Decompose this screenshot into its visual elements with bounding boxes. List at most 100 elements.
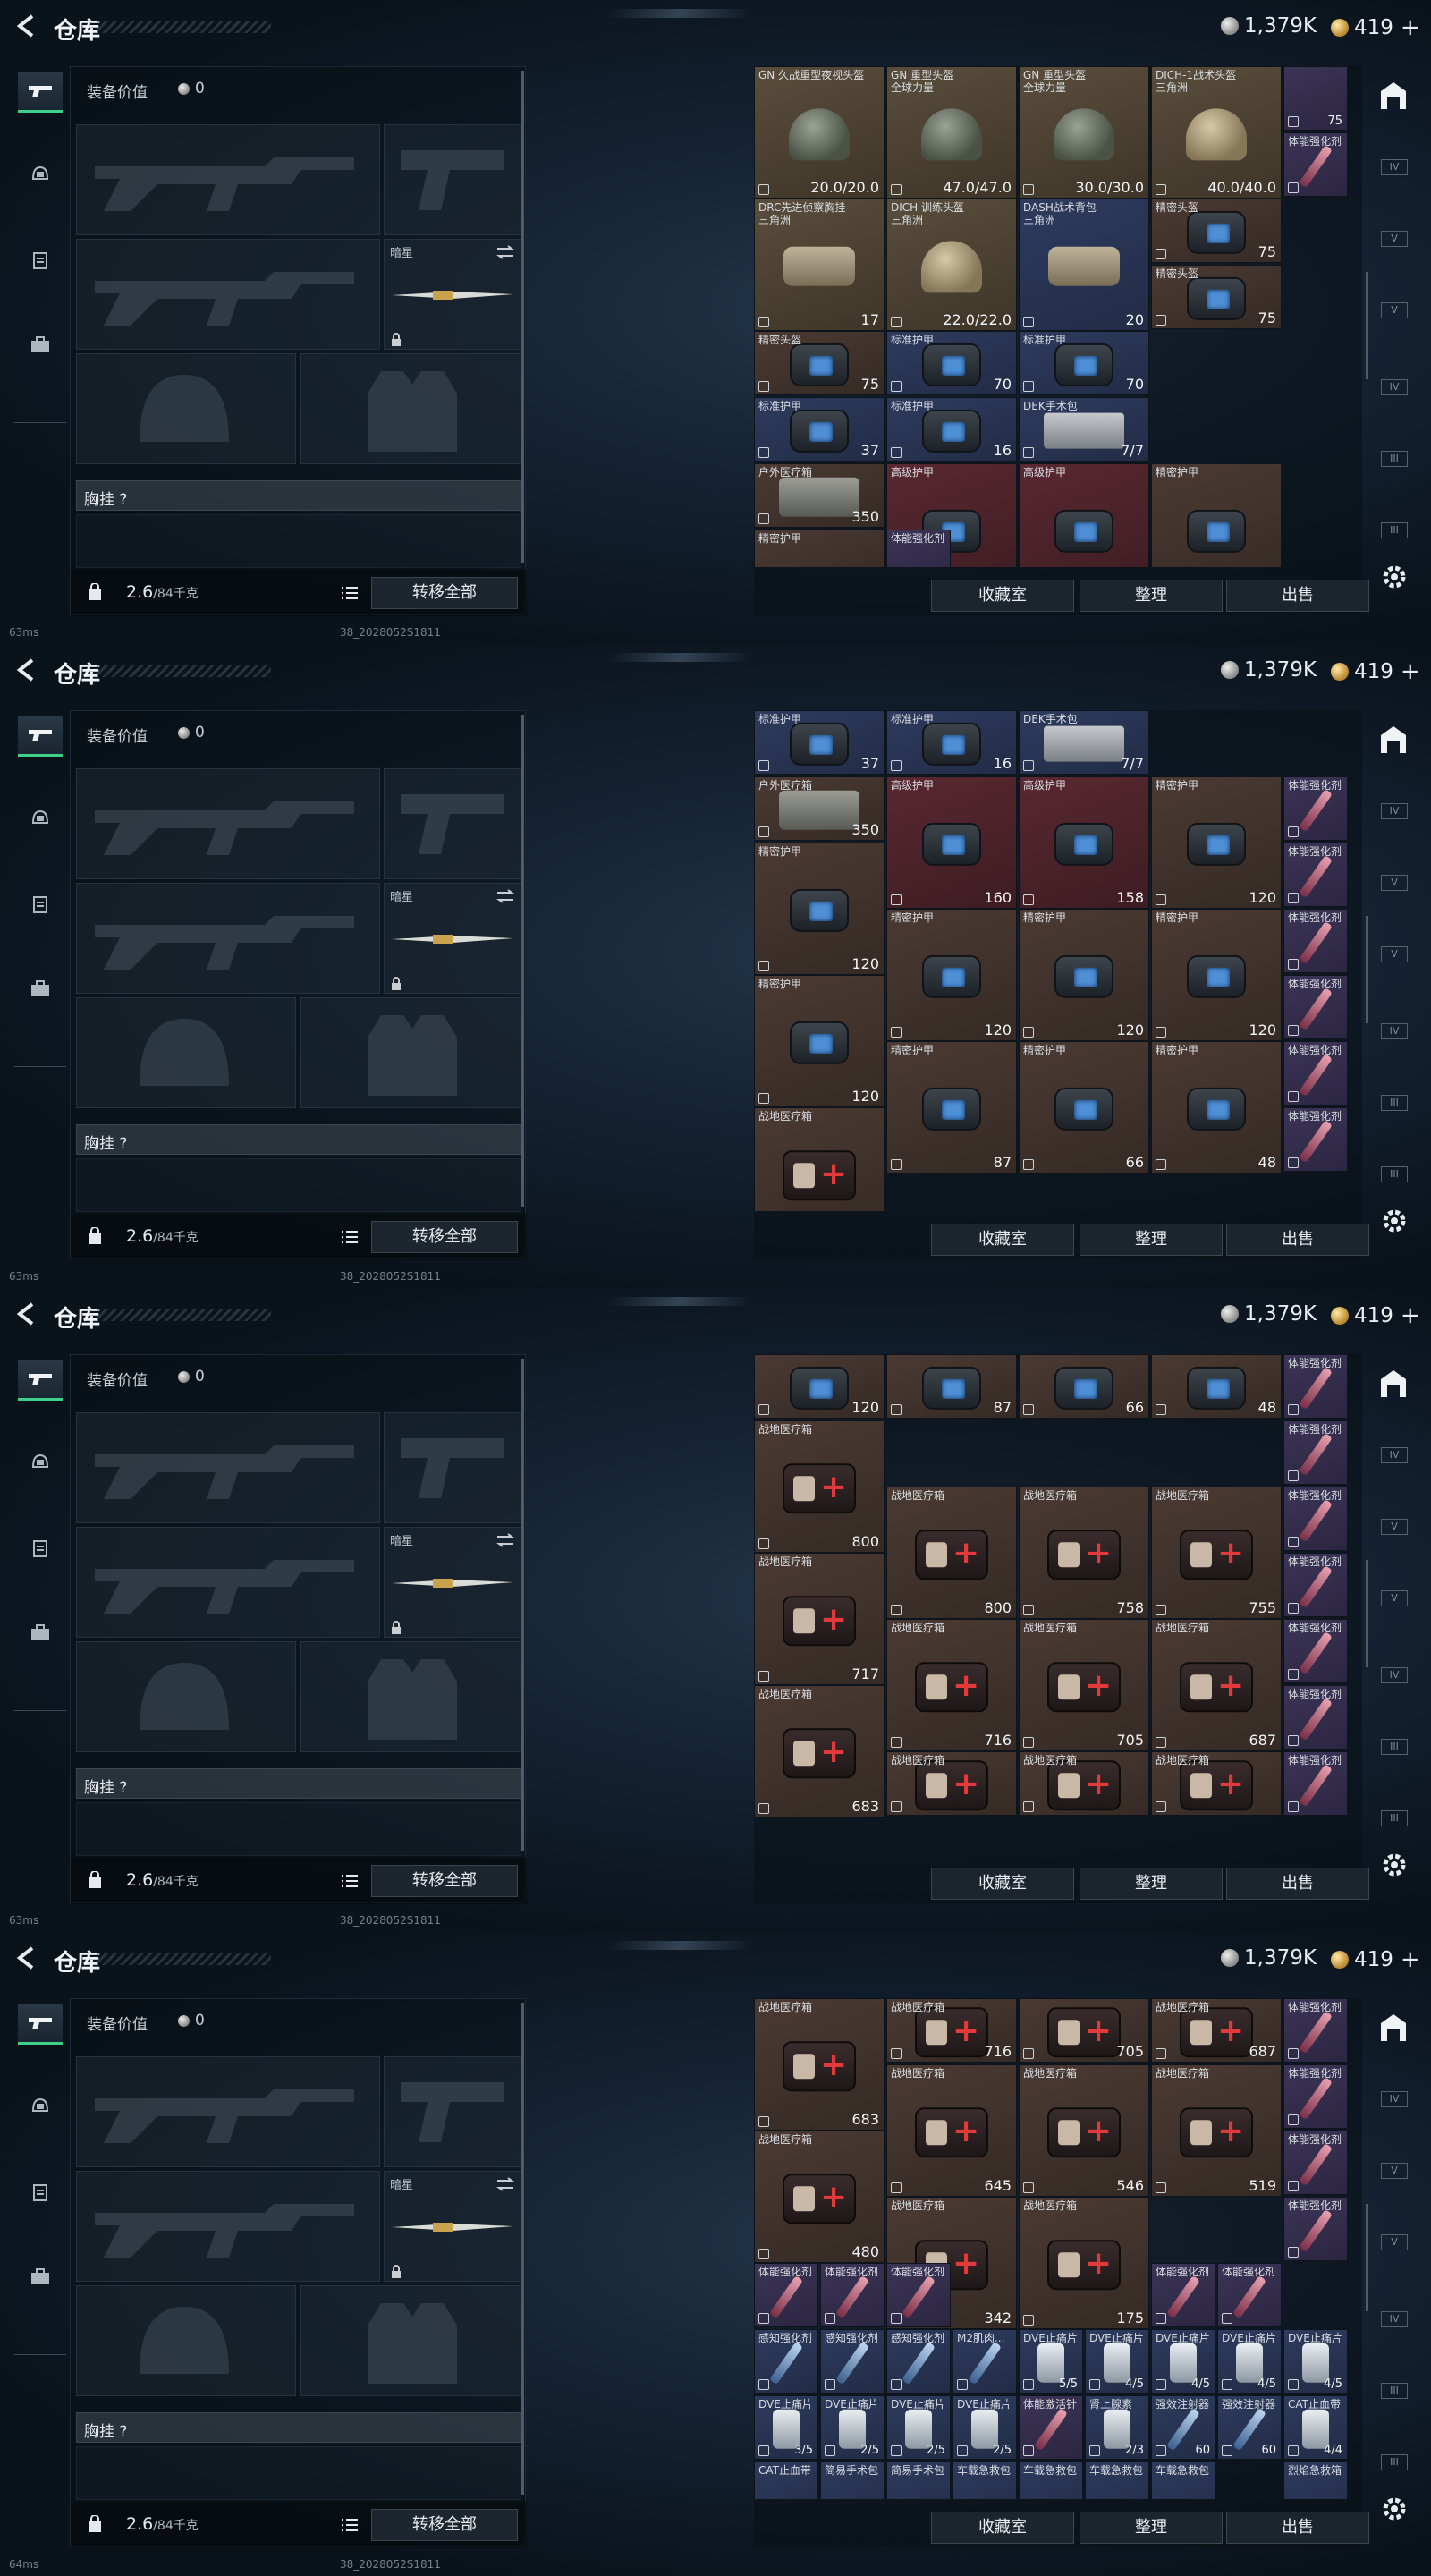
storage-item[interactable]: 标准护甲 70 [1019, 331, 1149, 395]
favorite-room-button[interactable]: 收藏室 [931, 2512, 1074, 2544]
sell-button[interactable]: 出售 [1226, 2512, 1369, 2544]
storage-item[interactable]: GN 重型头盔 全球力量 47.0/47.0 [886, 66, 1017, 199]
armor-slot[interactable] [300, 353, 521, 464]
storage-item[interactable]: 体能强化剂 [1283, 1619, 1348, 1683]
warehouse-home-icon[interactable] [1376, 721, 1411, 757]
backpack-slot[interactable] [76, 1802, 521, 1856]
storage-item[interactable]: 简易手术包 [820, 2462, 885, 2499]
storage-item[interactable]: DVE止痛片 4/5 [1151, 2329, 1215, 2394]
storage-item[interactable]: 66 [1019, 1354, 1149, 1419]
storage-item[interactable]: 户外医疗箱 350 [754, 463, 885, 528]
nav-medical[interactable] [18, 884, 63, 925]
storage-item[interactable]: DICH-1战术头盔 三角洲 40.0/40.0 [1151, 66, 1282, 199]
helmet-slot[interactable] [76, 1641, 296, 1752]
storage-item[interactable]: 体能强化剂 [1217, 2263, 1282, 2327]
storage-item[interactable]: 精密护甲 [754, 530, 885, 567]
storage-item[interactable]: DVE止痛片 2/5 [953, 2395, 1017, 2460]
page-tab-3[interactable]: V [1381, 946, 1408, 962]
gear-icon[interactable] [1379, 2494, 1410, 2524]
storage-item[interactable]: 战地医疗箱 800 [754, 1420, 885, 1553]
pistol-slot[interactable] [384, 1412, 521, 1523]
page-tab-6[interactable]: III [1381, 522, 1408, 538]
chest-rig-slot[interactable]: 胸挂 ? [76, 1124, 521, 1155]
nav-bag[interactable] [18, 1612, 63, 1653]
melee-slot[interactable]: 暗星 [384, 1527, 521, 1638]
nav-medical[interactable] [18, 240, 63, 281]
nav-weapons[interactable] [18, 1360, 63, 1401]
storage-item[interactable]: 战地医疗箱 [1019, 1751, 1149, 1816]
storage-item[interactable]: 精密头盔 75 [1151, 199, 1282, 263]
page-tab-2[interactable]: V [1381, 875, 1408, 891]
secondary-weapon-slot[interactable] [76, 239, 380, 350]
storage-item[interactable]: 120 [754, 1354, 885, 1419]
page-tab-5[interactable]: III [1381, 451, 1408, 467]
storage-item[interactable]: 精密护甲 66 [1019, 1041, 1149, 1174]
storage-item[interactable]: 战地医疗箱 480 [754, 2131, 885, 2263]
page-tab-4[interactable]: IV [1381, 379, 1408, 395]
storage-item[interactable]: 战地医疗箱 705 [1019, 1619, 1149, 1751]
move-all-button[interactable]: 转移全部 [371, 2509, 518, 2541]
helmet-slot[interactable] [76, 2285, 296, 2396]
favorite-room-button[interactable]: 收藏室 [931, 580, 1074, 612]
nav-gear[interactable] [18, 1442, 63, 1483]
nav-bag[interactable] [18, 324, 63, 365]
helmet-slot[interactable] [76, 353, 296, 464]
help-icon[interactable]: ? [119, 491, 127, 509]
storage-item[interactable]: 体能强化剂 [1283, 1487, 1348, 1551]
pistol-slot[interactable] [384, 768, 521, 879]
storage-item[interactable]: DRC先进侦察胸挂 三角洲 17 [754, 199, 885, 331]
page-tab-4[interactable]: IV [1381, 1667, 1408, 1683]
storage-item[interactable]: 战地医疗箱 519 [1151, 2064, 1282, 2197]
swap-icon[interactable] [495, 889, 515, 903]
storage-item[interactable]: 车载急救包 [1019, 2462, 1083, 2499]
storage-item[interactable]: DVE止痛片 2/5 [820, 2395, 885, 2460]
page-tab-3[interactable]: V [1381, 2234, 1408, 2250]
storage-item[interactable]: 体能强化剂 [1283, 776, 1348, 841]
storage-item[interactable]: 体能强化剂 [1283, 1041, 1348, 1106]
storage-item[interactable]: GN 重型头盔 全球力量 30.0/30.0 [1019, 66, 1149, 199]
storage-item[interactable]: 体能强化剂 [1283, 1107, 1348, 1172]
help-icon[interactable]: ? [119, 1135, 127, 1153]
storage-item[interactable]: 精密护甲 120 [1019, 909, 1149, 1041]
storage-item[interactable]: 75 [1283, 66, 1348, 131]
nav-bag[interactable] [18, 2256, 63, 2297]
move-all-button[interactable]: 转移全部 [371, 1221, 518, 1253]
storage-item[interactable]: DVE止痛片 5/5 [1019, 2329, 1083, 2394]
nav-bag[interactable] [18, 968, 63, 1009]
armor-slot[interactable] [300, 1641, 521, 1752]
chest-rig-slot[interactable]: 胸挂 ? [76, 1768, 521, 1799]
storage-item[interactable]: 战地医疗箱 755 [1151, 1487, 1282, 1619]
storage-item[interactable]: 体能强化剂 [1283, 2197, 1348, 2261]
storage-item[interactable]: 体能激活针 [1019, 2395, 1083, 2460]
warehouse-home-icon[interactable] [1376, 2009, 1411, 2045]
storage-item[interactable]: 体能强化剂 [886, 530, 951, 567]
chest-rig-slot[interactable]: 胸挂 ? [76, 480, 521, 511]
armor-slot[interactable] [300, 997, 521, 1108]
swap-icon[interactable] [495, 245, 515, 259]
storage-item[interactable]: 精密护甲 120 [886, 909, 1017, 1041]
add-currency-icon[interactable]: + [1401, 14, 1420, 41]
melee-slot[interactable]: 暗星 [384, 883, 521, 994]
storage-item[interactable]: DEK手术包 7/7 [1019, 710, 1149, 775]
equipment-scrollbar[interactable] [521, 71, 524, 563]
storage-item[interactable]: 战地医疗箱 717 [754, 1553, 885, 1685]
page-tab-6[interactable]: III [1381, 1810, 1408, 1826]
gear-icon[interactable] [1379, 1850, 1410, 1880]
backpack-slot[interactable] [76, 514, 521, 568]
page-tab-2[interactable]: V [1381, 1519, 1408, 1535]
storage-item[interactable]: 体能强化剂 [754, 2263, 818, 2327]
gold-currency[interactable]: 419 + [1331, 1302, 1420, 1329]
page-tab-2[interactable]: V [1381, 2163, 1408, 2179]
add-currency-icon[interactable]: + [1401, 1302, 1420, 1329]
storage-item[interactable]: 车载急救包 [953, 2462, 1017, 2499]
warehouse-home-icon[interactable] [1376, 77, 1411, 113]
storage-item[interactable]: 体能强化剂 [1283, 1420, 1348, 1485]
sort-button[interactable]: 整理 [1080, 2512, 1223, 2544]
melee-slot[interactable]: 暗星 [384, 2171, 521, 2282]
storage-item[interactable]: 体能强化剂 [1283, 1553, 1348, 1617]
storage-item[interactable]: CAT止血带 4/4 [1283, 2395, 1348, 2460]
storage-item[interactable]: 战地医疗箱 683 [754, 1685, 885, 1818]
helmet-slot[interactable] [76, 997, 296, 1108]
storage-item[interactable]: 肾上腺素 2/3 [1085, 2395, 1149, 2460]
storage-item[interactable]: 战地医疗箱 [1151, 1751, 1282, 1816]
